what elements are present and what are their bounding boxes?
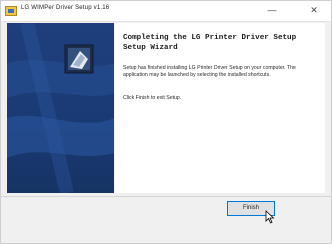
completion-heading: Completing the LG Printer Driver Setup S… <box>123 34 297 52</box>
installer-icon <box>5 6 17 16</box>
window-title: LG WIMPer Driver Setup v1.16 <box>21 5 110 11</box>
close-window-button[interactable]: ✕ <box>301 3 327 18</box>
banner-graphic <box>7 23 114 193</box>
footer-divider <box>1 196 331 197</box>
wizard-content: Completing the LG Printer Driver Setup S… <box>115 23 325 193</box>
completion-message: Setup has finished installing LG Printer… <box>123 65 296 78</box>
installer-box-icon <box>64 44 94 74</box>
installer-window: LG WIMPer Driver Setup v1.16 — ✕ Complet… <box>0 0 332 244</box>
finish-instruction: Click Finish to exit Setup. <box>123 95 182 101</box>
title-bar[interactable]: LG WIMPer Driver Setup v1.16 — ✕ <box>1 1 331 22</box>
mouse-cursor-icon <box>265 210 275 224</box>
wizard-side-banner <box>7 23 114 193</box>
minimize-button[interactable]: — <box>259 3 285 18</box>
